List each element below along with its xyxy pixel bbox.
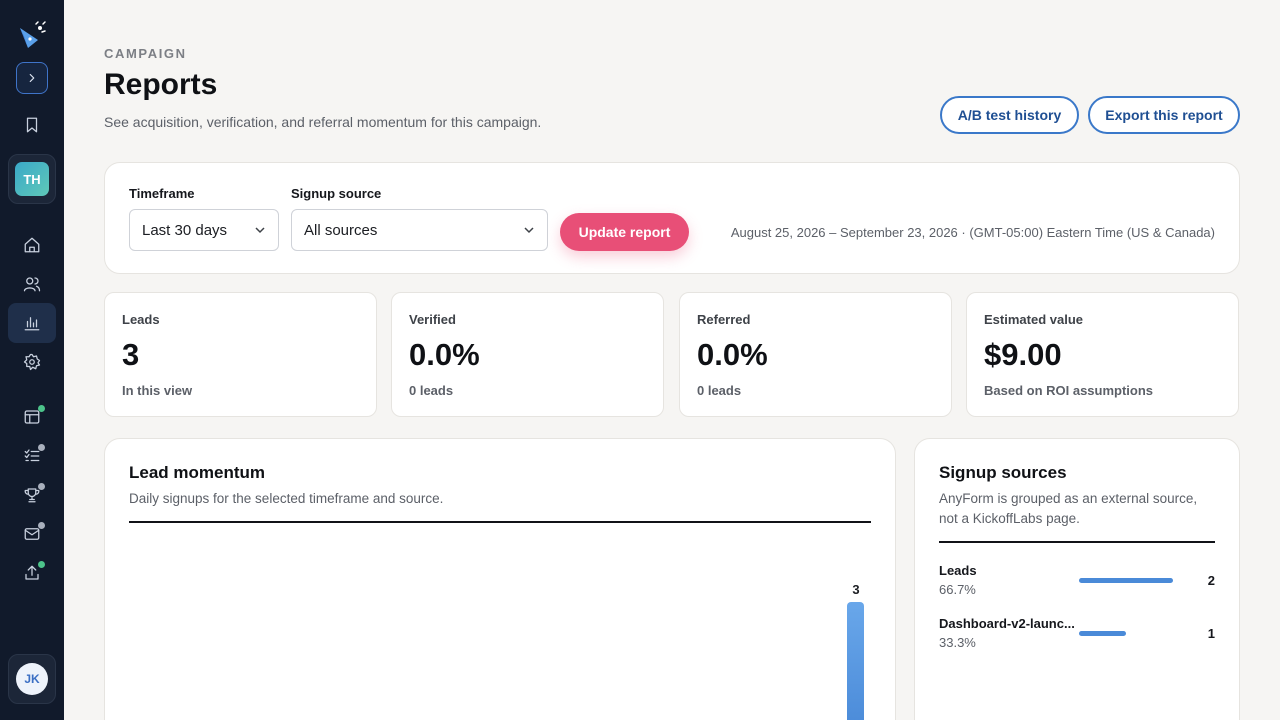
source-percent: 66.7% [939,582,976,597]
source-name: Dashboard-v2-launc... [939,616,1075,631]
bar-chart-icon [20,311,44,335]
stat-card-verified: Verified 0.0% 0 leads [391,292,664,417]
sidebar: TH JK [0,0,64,720]
source-percent: 33.3% [939,635,976,650]
source-bar [1079,578,1173,583]
divider [129,521,871,523]
source-name: Leads [939,563,977,578]
stat-value: $9.00 [984,337,1062,372]
stat-card-leads: Leads 3 In this view [104,292,377,417]
date-range-text: August 25, 2026 – September 23, 2026 · (… [730,225,1215,240]
user-menu[interactable]: JK [8,654,56,704]
status-dot [38,522,45,529]
stat-card-estimated-value: Estimated value $9.00 Based on ROI assum… [966,292,1239,417]
signup-source-select[interactable]: All sources [291,209,548,251]
divider [939,541,1215,543]
gear-icon[interactable] [20,350,44,374]
chevron-down-icon [255,227,265,234]
chevron-right-icon [29,73,35,83]
update-report-button[interactable]: Update report [560,213,689,251]
stat-card-referred: Referred 0.0% 0 leads [679,292,952,417]
stat-value: 0.0% [409,337,480,372]
timeframe-value: Last 30 days [142,221,228,239]
source-bar [1079,631,1126,636]
signup-sources-title: Signup sources [939,463,1067,482]
stat-subtext: Based on ROI assumptions [984,383,1154,398]
timeframe-select[interactable]: Last 30 days [129,209,279,251]
stat-label: Estimated value [984,312,1083,327]
lead-momentum-title: Lead momentum [129,463,266,482]
chevron-down-icon [524,227,534,234]
stat-value: 3 [122,337,140,372]
bookmark-icon[interactable] [20,113,44,137]
page-subtitle: See acquisition, verification, and refer… [104,114,542,130]
stat-subtext: 0 leads [697,383,742,398]
stat-label: Verified [409,312,456,327]
signup-source-label: Signup source [291,186,382,201]
users-icon[interactable] [20,272,44,296]
ab-test-history-button[interactable]: A/B test history [940,96,1079,134]
status-dot [38,561,45,568]
export-report-button[interactable]: Export this report [1088,96,1240,134]
team-avatar: TH [15,162,49,196]
bar-value-label: 3 [852,582,860,597]
stat-subtext: In this view [122,383,193,398]
stat-label: Referred [697,312,751,327]
source-count: 2 [1207,573,1215,588]
signup-source-value: All sources [304,221,378,239]
avatar: JK [16,663,48,695]
status-dot [38,444,45,451]
source-count: 1 [1207,626,1215,641]
breadcrumb: CAMPAIGN [104,46,187,61]
page-title: Reports [104,68,218,101]
team-switcher[interactable]: TH [8,154,56,204]
stat-value: 0.0% [697,337,768,372]
signup-sources-desc: AnyForm is grouped as an external source… [939,491,1198,526]
status-dot [38,405,45,412]
expand-sidebar-button[interactable] [16,62,48,94]
lead-momentum-desc: Daily signups for the selected timeframe… [129,491,444,506]
timeframe-label: Timeframe [129,186,195,201]
signup-bar[interactable] [847,602,864,720]
status-dot [38,483,45,490]
stat-subtext: 0 leads [409,383,454,398]
logo-icon[interactable] [16,20,48,52]
stat-label: Leads [122,312,160,327]
home-icon[interactable] [20,233,44,257]
